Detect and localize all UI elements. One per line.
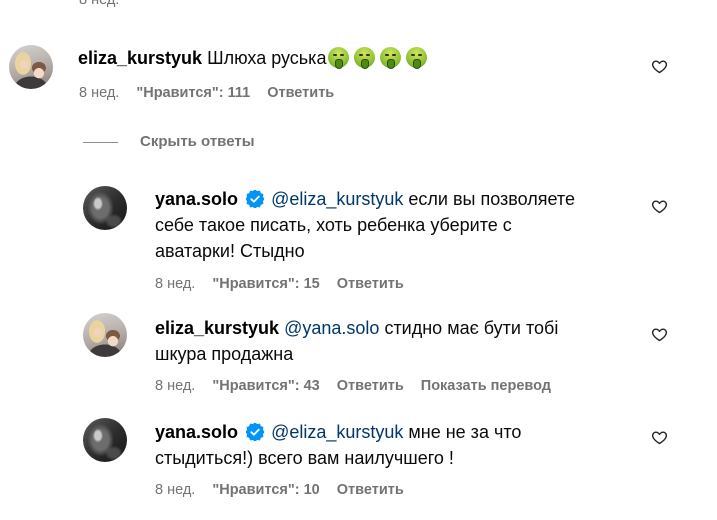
comment-time[interactable]: 8 нед.: [79, 0, 119, 10]
likes-number: 15: [303, 276, 320, 292]
reply-username[interactable]: yana.solo: [155, 422, 238, 442]
likes-number: 111: [227, 85, 251, 101]
replies-divider: [83, 142, 118, 143]
verified-badge-icon: [246, 190, 265, 208]
mention-link[interactable]: @yana.solo: [284, 318, 379, 338]
reply-body: yana.solo @eliza_kurstyuk мне не за что …: [155, 419, 595, 471]
mention-link[interactable]: @eliza_kurstyuk: [271, 422, 403, 442]
likes-label: "Нравится":: [212, 276, 300, 292]
comment-time[interactable]: 8 нед.: [155, 376, 195, 396]
heart-icon: [651, 431, 668, 445]
likes-number: 43: [303, 378, 320, 394]
avatar[interactable]: [83, 418, 127, 462]
like-button[interactable]: [651, 58, 668, 75]
reply-body: eliza_kurstyuk @yana.solo стидно має бут…: [155, 315, 595, 367]
reply-meta: 8 нед. "Нравится": 43 Ответить Показать …: [155, 376, 551, 396]
like-button[interactable]: [651, 326, 668, 343]
likes-count[interactable]: "Нравится": 15: [212, 274, 319, 294]
reply-username[interactable]: yana.solo: [155, 189, 238, 209]
reply-meta: 8 нед. "Нравится": 15 Ответить: [155, 274, 404, 294]
hide-replies-button[interactable]: Скрыть ответы: [140, 132, 255, 152]
face-vomiting-icon: [354, 47, 376, 69]
comment-meta: 8 нед. "Нравится": 111 Ответить: [79, 83, 334, 103]
comment-body: eliza_kurstyuk Шлюха руська: [78, 45, 638, 71]
face-vomiting-icon: [328, 47, 350, 69]
reply-meta: 8 нед. "Нравится": 10 Ответить: [155, 480, 404, 500]
comment-time[interactable]: 8 нед.: [155, 480, 195, 500]
like-button[interactable]: [651, 429, 668, 446]
comment-username[interactable]: eliza_kurstyuk: [78, 48, 202, 68]
reply-button[interactable]: Ответить: [337, 376, 404, 396]
avatar[interactable]: [83, 186, 127, 230]
comment-time[interactable]: 8 нед.: [155, 274, 195, 294]
reply-button[interactable]: Ответить: [337, 274, 404, 294]
likes-count[interactable]: "Нравится": 43: [212, 376, 319, 396]
avatar[interactable]: [83, 313, 127, 357]
avatar[interactable]: [9, 45, 53, 89]
like-button[interactable]: [651, 198, 668, 215]
likes-label: "Нравится":: [212, 482, 300, 498]
face-vomiting-icon: [380, 47, 402, 69]
see-translation-button[interactable]: Показать перевод: [421, 376, 551, 396]
likes-label: "Нравится":: [212, 378, 300, 394]
reply-button[interactable]: Ответить: [337, 480, 404, 500]
reply-username[interactable]: eliza_kurstyuk: [155, 318, 279, 338]
reply-button[interactable]: Ответить: [267, 83, 334, 103]
likes-count[interactable]: "Нравится": 111: [136, 83, 250, 103]
likes-number: 10: [303, 482, 320, 498]
heart-icon: [651, 60, 668, 74]
heart-icon: [651, 200, 668, 214]
likes-label: "Нравится":: [136, 85, 224, 101]
previous-comment-meta: 8 нед.: [79, 0, 119, 10]
verified-badge-icon: [246, 423, 265, 441]
mention-link[interactable]: @eliza_kurstyuk: [271, 189, 403, 209]
face-vomiting-icon: [406, 47, 428, 69]
comment-time[interactable]: 8 нед.: [79, 83, 119, 103]
reply-body: yana.solo @eliza_kurstyuk если вы позвол…: [155, 186, 595, 264]
emoji-group: [326, 47, 432, 69]
comment-text: Шлюха руська: [207, 48, 327, 68]
likes-count[interactable]: "Нравится": 10: [212, 480, 319, 500]
heart-icon: [651, 328, 668, 342]
